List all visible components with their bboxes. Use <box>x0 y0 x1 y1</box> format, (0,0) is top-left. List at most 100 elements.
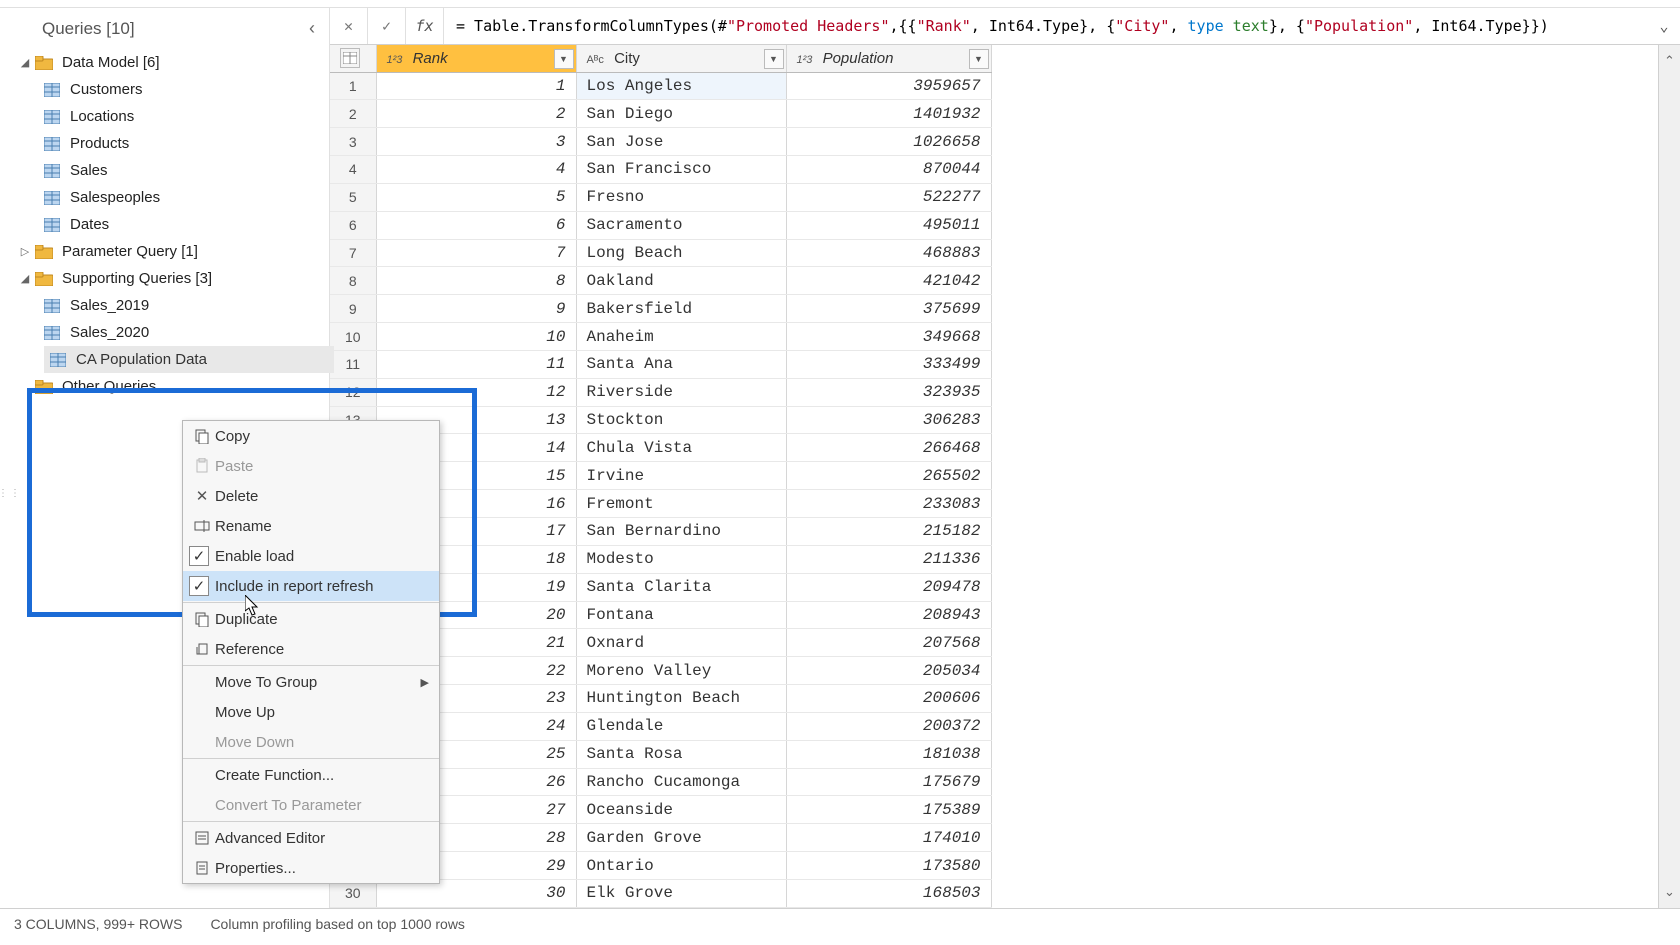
cell-rank[interactable]: 7 <box>376 239 576 267</box>
menu-duplicate[interactable]: Duplicate <box>183 604 439 634</box>
table-row[interactable]: 1 1 Los Angeles 3959657 <box>330 72 991 100</box>
cell-population[interactable]: 209478 <box>786 573 991 601</box>
query-customers[interactable]: Customers <box>12 76 329 103</box>
column-filter-icon[interactable]: ▼ <box>764 49 784 69</box>
cell-city[interactable]: San Bernardino <box>576 518 786 546</box>
cell-population[interactable]: 421042 <box>786 267 991 295</box>
cell-population[interactable]: 522277 <box>786 183 991 211</box>
cell-population[interactable]: 207568 <box>786 629 991 657</box>
cell-city[interactable]: Los Angeles <box>576 72 786 100</box>
row-header[interactable]: 10 <box>330 323 376 351</box>
row-header[interactable]: 1 <box>330 72 376 100</box>
menu-enable-load[interactable]: ✓ Enable load <box>183 541 439 571</box>
query-sales-2019[interactable]: Sales_2019 <box>12 292 329 319</box>
menu-copy[interactable]: Copy <box>183 421 439 451</box>
column-filter-icon[interactable]: ▼ <box>554 49 574 69</box>
cell-city[interactable]: Garden Grove <box>576 824 786 852</box>
cell-city[interactable]: Fremont <box>576 490 786 518</box>
cell-city[interactable]: Riverside <box>576 378 786 406</box>
scroll-down-icon[interactable]: ⌄ <box>1664 884 1675 900</box>
cell-population[interactable]: 266468 <box>786 434 991 462</box>
group-other-queries[interactable]: Other Queries <box>12 373 329 400</box>
cell-rank[interactable]: 9 <box>376 295 576 323</box>
table-row[interactable]: 12 12 Riverside 323935 <box>330 378 991 406</box>
menu-reference[interactable]: Reference <box>183 634 439 664</box>
cell-city[interactable]: Irvine <box>576 462 786 490</box>
expand-formula-icon[interactable]: ⌄ <box>1648 17 1680 35</box>
table-row[interactable]: 6 6 Sacramento 495011 <box>330 211 991 239</box>
cell-population[interactable]: 200606 <box>786 685 991 713</box>
row-header[interactable]: 12 <box>330 378 376 406</box>
collapse-panel-icon[interactable]: ‹ <box>309 18 315 39</box>
table-row[interactable]: 8 8 Oakland 421042 <box>330 267 991 295</box>
menu-move-up[interactable]: Move Up <box>183 697 439 727</box>
checkbox-checked-icon[interactable]: ✓ <box>189 576 209 596</box>
formula-text[interactable]: = Table.TransformColumnTypes(#"Promoted … <box>444 17 1648 35</box>
cell-population[interactable]: 208943 <box>786 601 991 629</box>
cell-city[interactable]: Oakland <box>576 267 786 295</box>
cell-city[interactable]: Santa Ana <box>576 350 786 378</box>
menu-create-function[interactable]: Create Function... <box>183 760 439 790</box>
cell-population[interactable]: 333499 <box>786 350 991 378</box>
cell-city[interactable]: Long Beach <box>576 239 786 267</box>
row-header[interactable]: 3 <box>330 128 376 156</box>
row-header[interactable]: 5 <box>330 183 376 211</box>
row-header[interactable]: 11 <box>330 350 376 378</box>
cell-population[interactable]: 1026658 <box>786 128 991 156</box>
cell-rank[interactable]: 2 <box>376 100 576 128</box>
cell-population[interactable]: 205034 <box>786 657 991 685</box>
group-parameter-query[interactable]: ▷ Parameter Query [1] <box>12 238 329 265</box>
cell-city[interactable]: Sacramento <box>576 211 786 239</box>
cell-population[interactable]: 175679 <box>786 768 991 796</box>
cell-rank[interactable]: 12 <box>376 378 576 406</box>
cell-city[interactable]: Santa Rosa <box>576 740 786 768</box>
query-sales[interactable]: Sales <box>12 157 329 184</box>
cell-rank[interactable]: 1 <box>376 72 576 100</box>
menu-properties[interactable]: Properties... <box>183 853 439 883</box>
query-sales-2020[interactable]: Sales_2020 <box>12 319 329 346</box>
query-locations[interactable]: Locations <box>12 103 329 130</box>
cell-city[interactable]: Modesto <box>576 545 786 573</box>
table-row[interactable]: 5 5 Fresno 522277 <box>330 183 991 211</box>
menu-delete[interactable]: ✕ Delete <box>183 481 439 511</box>
cell-rank[interactable]: 6 <box>376 211 576 239</box>
cell-population[interactable]: 323935 <box>786 378 991 406</box>
cell-rank[interactable]: 10 <box>376 323 576 351</box>
cell-city[interactable]: Chula Vista <box>576 434 786 462</box>
cell-rank[interactable]: 4 <box>376 156 576 184</box>
menu-move-to-group[interactable]: Move To Group ▶ <box>183 667 439 697</box>
cell-city[interactable]: Glendale <box>576 712 786 740</box>
column-header-rank[interactable]: 1²3 Rank ▼ <box>376 45 576 72</box>
query-products[interactable]: Products <box>12 130 329 157</box>
cell-population[interactable]: 306283 <box>786 406 991 434</box>
cell-population[interactable]: 173580 <box>786 852 991 880</box>
cell-city[interactable]: Ontario <box>576 852 786 880</box>
cell-city[interactable]: Elk Grove <box>576 879 786 907</box>
menu-rename[interactable]: Rename <box>183 511 439 541</box>
table-row[interactable]: 4 4 San Francisco 870044 <box>330 156 991 184</box>
column-filter-icon[interactable]: ▼ <box>969 49 989 69</box>
cell-city[interactable]: Huntington Beach <box>576 685 786 713</box>
cell-city[interactable]: Rancho Cucamonga <box>576 768 786 796</box>
row-header[interactable]: 4 <box>330 156 376 184</box>
group-supporting-queries[interactable]: ◢ Supporting Queries [3] <box>12 265 329 292</box>
cell-city[interactable]: Oceanside <box>576 796 786 824</box>
cell-city[interactable]: San Francisco <box>576 156 786 184</box>
cell-population[interactable]: 211336 <box>786 545 991 573</box>
cell-rank[interactable]: 5 <box>376 183 576 211</box>
table-row[interactable]: 11 11 Santa Ana 333499 <box>330 350 991 378</box>
cancel-formula-icon[interactable]: ✕ <box>330 8 368 44</box>
cell-city[interactable]: San Diego <box>576 100 786 128</box>
cell-city[interactable]: Anaheim <box>576 323 786 351</box>
cell-population[interactable]: 215182 <box>786 518 991 546</box>
table-row[interactable]: 10 10 Anaheim 349668 <box>330 323 991 351</box>
cell-population[interactable]: 495011 <box>786 211 991 239</box>
scroll-up-icon[interactable]: ⌃ <box>1664 53 1675 69</box>
cell-population[interactable]: 168503 <box>786 879 991 907</box>
cell-city[interactable]: Oxnard <box>576 629 786 657</box>
panel-grip-dots[interactable]: ⋮⋮ <box>0 488 22 499</box>
group-data-model[interactable]: ◢ Data Model [6] <box>12 49 329 76</box>
cell-population[interactable]: 181038 <box>786 740 991 768</box>
cell-city[interactable]: Santa Clarita <box>576 573 786 601</box>
cell-city[interactable]: Bakersfield <box>576 295 786 323</box>
